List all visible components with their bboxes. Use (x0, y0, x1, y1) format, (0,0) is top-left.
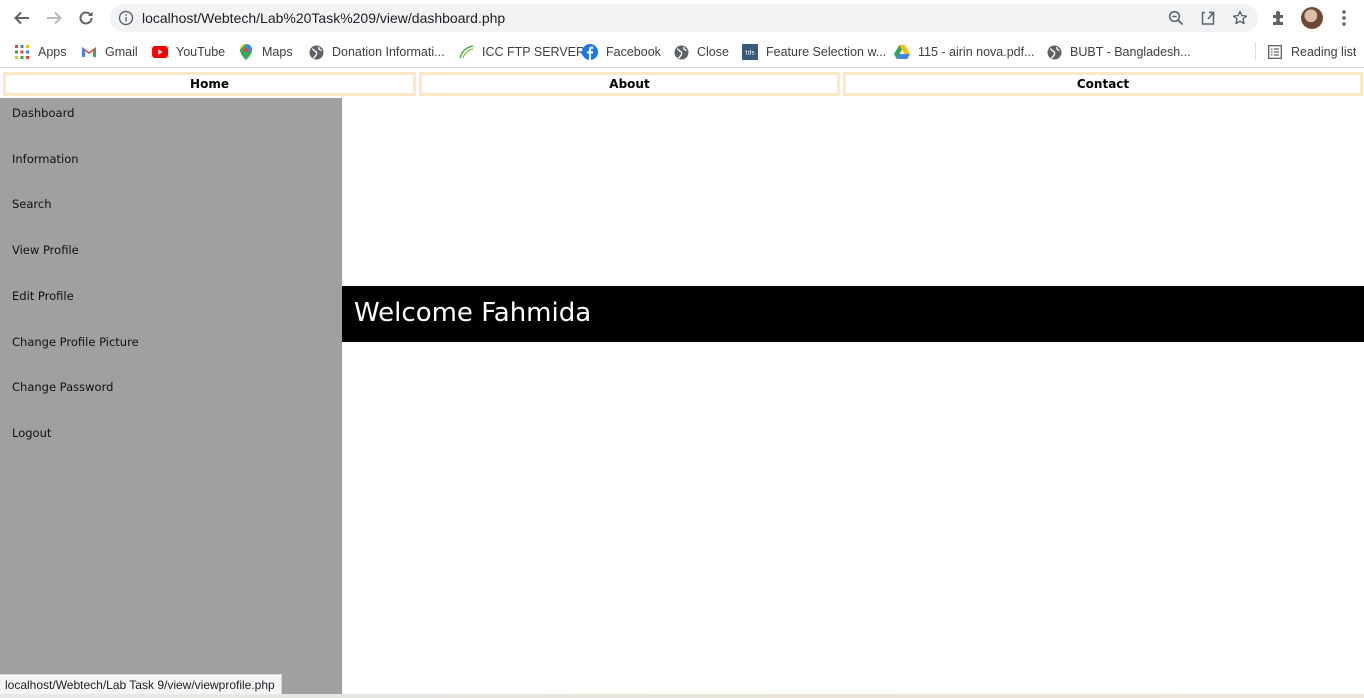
bookmark-label: 115 - airin nova.pdf... (918, 45, 1035, 59)
bookmark-label: Feature Selection w... (766, 45, 887, 59)
address-url[interactable]: localhost/Webtech/Lab%20Task%209/view/da… (142, 10, 505, 26)
menu-icon[interactable] (1334, 8, 1354, 28)
bookmark-drive-pdf[interactable]: 115 - airin nova.pdf... (894, 42, 1035, 62)
bookmark-label: Donation Informati... (332, 45, 445, 59)
bookmarks-bar: Apps Gmail YouTube Maps Donation Informa… (0, 36, 1364, 68)
bookmark-donation[interactable]: Donation Informati... (308, 42, 445, 62)
sidebar-item-information[interactable]: Information (12, 152, 79, 166)
gmail-icon (81, 44, 97, 60)
globe-icon (1046, 44, 1062, 60)
zoom-icon[interactable] (1168, 10, 1184, 26)
address-bar[interactable]: localhost/Webtech/Lab%20Task%209/view/da… (110, 4, 1258, 32)
bookmark-label: YouTube (176, 45, 226, 59)
facebook-icon (582, 44, 598, 60)
bookmark-star-icon[interactable] (1232, 10, 1248, 26)
icc-icon (458, 44, 474, 60)
sidebar-item-change-profile-picture[interactable]: Change Profile Picture (12, 335, 139, 349)
profile-avatar[interactable] (1301, 7, 1323, 29)
globe-icon (308, 44, 324, 60)
bookmark-feature-selection[interactable]: tds Feature Selection w... (742, 42, 886, 62)
sidebar-item-dashboard[interactable]: Dashboard (12, 106, 74, 120)
bookmark-label: Gmail (105, 45, 138, 59)
site-info-icon[interactable] (118, 10, 134, 26)
extensions-icon[interactable] (1269, 8, 1289, 28)
bookmark-label: ICC FTP SERVER (482, 45, 586, 59)
youtube-icon (152, 44, 168, 60)
google-drive-icon (894, 44, 910, 60)
reading-list-button[interactable]: Reading list (1267, 42, 1356, 62)
forward-icon[interactable] (42, 6, 66, 30)
bookmark-facebook[interactable]: Facebook (582, 42, 661, 62)
reading-list-label: Reading list (1291, 45, 1357, 59)
globe-icon (673, 44, 689, 60)
welcome-banner: Welcome Fahmida (342, 286, 1364, 342)
sidebar-item-search[interactable]: Search (12, 197, 52, 211)
bookmark-apps[interactable]: Apps (14, 42, 67, 62)
sidebar-item-change-password[interactable]: Change Password (12, 380, 113, 394)
bookmark-icc-ftp[interactable]: ICC FTP SERVER (458, 42, 585, 62)
bookmark-label: Facebook (606, 45, 661, 59)
share-icon[interactable] (1200, 10, 1216, 26)
sidebar: Dashboard Information Search View Profil… (0, 98, 342, 698)
bookmark-youtube[interactable]: YouTube (152, 42, 225, 62)
nav-about[interactable]: About (419, 72, 840, 96)
sidebar-item-logout[interactable]: Logout (12, 426, 51, 440)
svg-text:tds: tds (745, 50, 754, 57)
sidebar-item-view-profile[interactable]: View Profile (12, 243, 79, 257)
bookmark-label: Close (697, 45, 729, 59)
sidebar-item-edit-profile[interactable]: Edit Profile (12, 289, 74, 303)
reload-icon[interactable] (74, 6, 98, 30)
bookmark-maps[interactable]: Maps (238, 42, 293, 62)
nav-home[interactable]: Home (3, 72, 416, 96)
bookmark-gmail[interactable]: Gmail (81, 42, 138, 62)
bookmark-label: Maps (262, 45, 293, 59)
tds-icon: tds (742, 44, 758, 60)
back-icon[interactable] (10, 6, 34, 30)
top-navigation: Home About Contact (0, 70, 1364, 98)
maps-icon (238, 44, 254, 60)
bookmark-bubt[interactable]: BUBT - Bangladesh... (1046, 42, 1191, 62)
bookmark-close[interactable]: Close (673, 42, 729, 62)
bookmark-label: BUBT - Bangladesh... (1070, 45, 1191, 59)
nav-contact[interactable]: Contact (843, 72, 1363, 96)
reading-list-icon (1267, 44, 1283, 60)
browser-toolbar: localhost/Webtech/Lab%20Task%209/view/da… (0, 0, 1364, 36)
bookmarks-separator (1255, 42, 1256, 60)
window-bottom-edge (0, 694, 1364, 698)
apps-grid-icon (14, 44, 30, 60)
link-status-bubble: localhost/Webtech/Lab Task 9/view/viewpr… (0, 674, 282, 696)
bookmark-label: Apps (38, 45, 67, 59)
welcome-text: Welcome Fahmida (354, 298, 592, 328)
